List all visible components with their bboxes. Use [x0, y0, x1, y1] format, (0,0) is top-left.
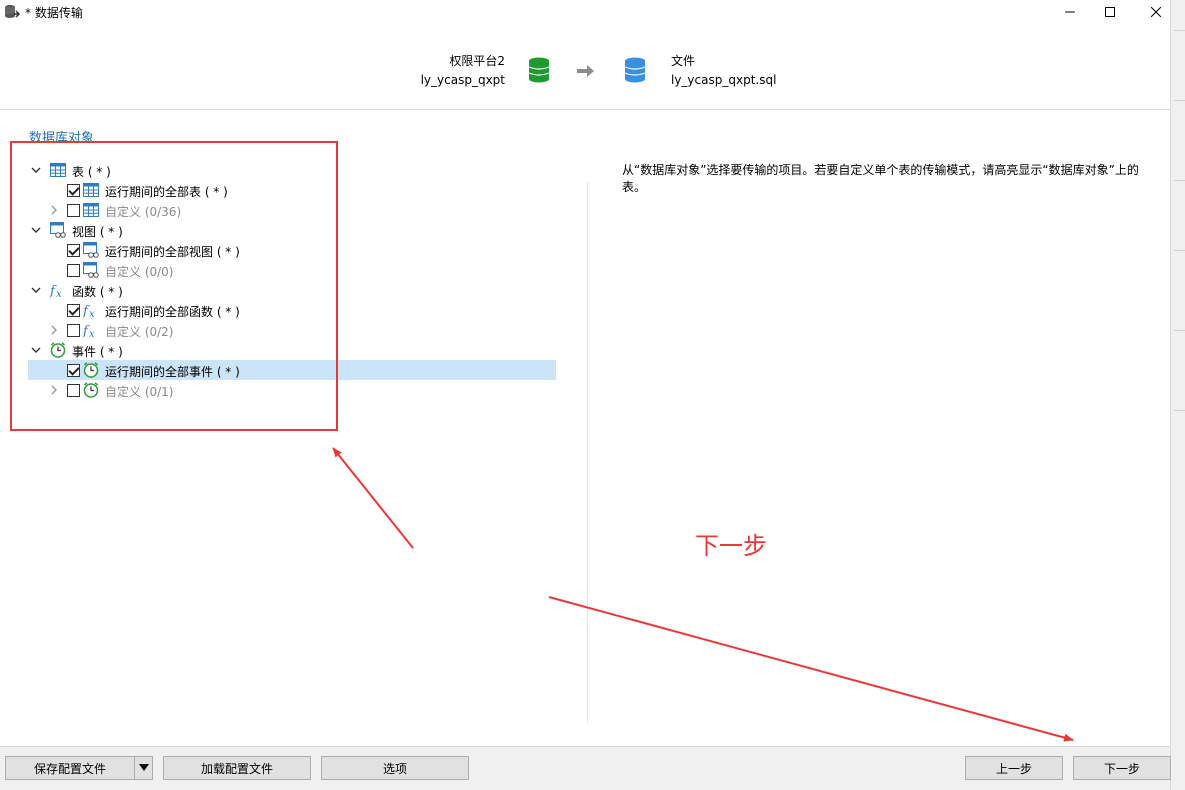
source-database-icon [528, 57, 550, 83]
maximize-icon [1105, 7, 1115, 17]
transfer-arrow-icon [577, 65, 594, 77]
next-button[interactable]: 下一步 [1073, 756, 1171, 780]
save-config-button[interactable]: 保存配置文件 [5, 756, 135, 780]
panel-divider [587, 182, 588, 724]
previous-button[interactable]: 上一步 [965, 756, 1063, 780]
load-config-button[interactable]: 加载配置文件 [163, 756, 311, 780]
dropdown-arrow-icon [138, 764, 149, 771]
annotation-arrow-to-tree [332, 447, 414, 549]
target-type: 文件 [671, 54, 696, 68]
annotation-next-step-text: 下一步 [695, 532, 767, 560]
maximize-button[interactable] [1087, 0, 1133, 24]
save-config-dropdown-button[interactable] [134, 756, 153, 780]
annotation-arrow-to-next [548, 596, 1074, 742]
data-transfer-app-icon [5, 5, 20, 18]
minimize-icon [1065, 11, 1075, 13]
source-connection-name: 权限平台2 [449, 54, 505, 68]
options-button[interactable]: 选项 [321, 756, 469, 780]
background-window-edge [1170, 0, 1185, 790]
window-title: * 数据传输 [25, 6, 83, 20]
close-icon [1151, 7, 1161, 17]
bottom-toolbar: 保存配置文件 加载配置文件 选项 上一步 下一步 [0, 746, 1171, 790]
source-database-name: ly_ycasp_qxpt [420, 73, 505, 87]
help-description: 从“数据库对象”选择要传输的项目。若要自定义单个表的传输模式，请高亮显示“数据库… [622, 163, 1139, 194]
transfer-header: 权限平台2 ly_ycasp_qxpt 文件 ly_ycasp_qxpt.sql [0, 24, 1170, 110]
target-file-name: ly_ycasp_qxpt.sql [671, 73, 777, 87]
target-file-database-icon [624, 57, 646, 83]
title-bar: * 数据传输 [0, 0, 1170, 24]
annotation-highlight-box [10, 141, 338, 431]
